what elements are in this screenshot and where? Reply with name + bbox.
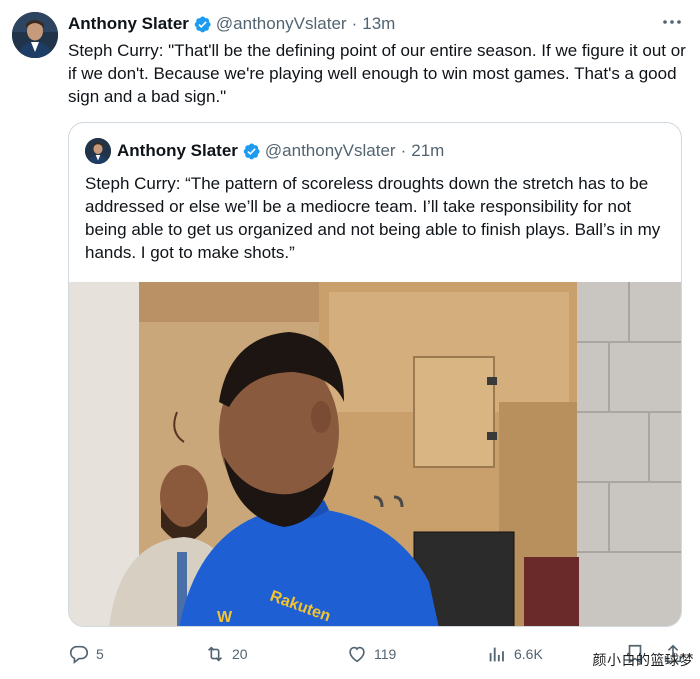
quoted-photo[interactable]: Rakuten W <box>69 282 681 626</box>
like-button[interactable]: 119 <box>346 641 396 667</box>
repost-button[interactable]: 20 <box>204 641 248 667</box>
tweet-time[interactable]: 13m <box>362 14 395 34</box>
quoted-time[interactable]: 21m <box>411 141 444 161</box>
verified-badge-icon <box>194 16 211 32</box>
header-separator: · <box>351 14 358 33</box>
quoted-author-name[interactable]: Anthony Slater <box>117 141 238 161</box>
like-count: 119 <box>374 646 397 662</box>
svg-text:W: W <box>217 609 233 626</box>
like-icon <box>349 646 365 663</box>
more-icon[interactable] <box>660 10 684 34</box>
quoted-author-handle[interactable]: @anthonyVslater <box>265 141 396 161</box>
quoted-separator: · <box>400 141 407 160</box>
quoted-author-avatar[interactable] <box>85 138 111 164</box>
quoted-text: Steph Curry: “The pattern of scoreless d… <box>85 174 661 262</box>
quoted-header: Anthony Slater @anthonyVslater · 21m <box>117 139 444 163</box>
tweet-text: Steph Curry: "That'll be the defining po… <box>68 41 686 106</box>
reply-icon <box>69 645 89 664</box>
repost-icon <box>207 646 223 662</box>
watermark: 颜小白的篮球梦 <box>592 652 694 668</box>
views-count: 6.6K <box>514 646 543 662</box>
author-handle[interactable]: @anthonyVslater <box>216 14 347 34</box>
author-avatar[interactable] <box>12 12 58 58</box>
tweet[interactable]: Anthony Slater @anthonyVslater · 13m Ste… <box>0 0 700 679</box>
author-name[interactable]: Anthony Slater <box>68 14 189 34</box>
verified-badge-icon <box>243 143 260 159</box>
views-icon <box>489 647 504 662</box>
reply-button[interactable]: 5 <box>68 641 104 667</box>
reply-count: 5 <box>96 646 104 662</box>
views-button[interactable]: 6.6K <box>486 641 543 667</box>
repost-count: 20 <box>232 646 248 662</box>
tweet-header: Anthony Slater @anthonyVslater · 13m <box>68 12 684 36</box>
quoted-tweet[interactable]: Anthony Slater @anthonyVslater · 21m Ste… <box>68 122 682 627</box>
